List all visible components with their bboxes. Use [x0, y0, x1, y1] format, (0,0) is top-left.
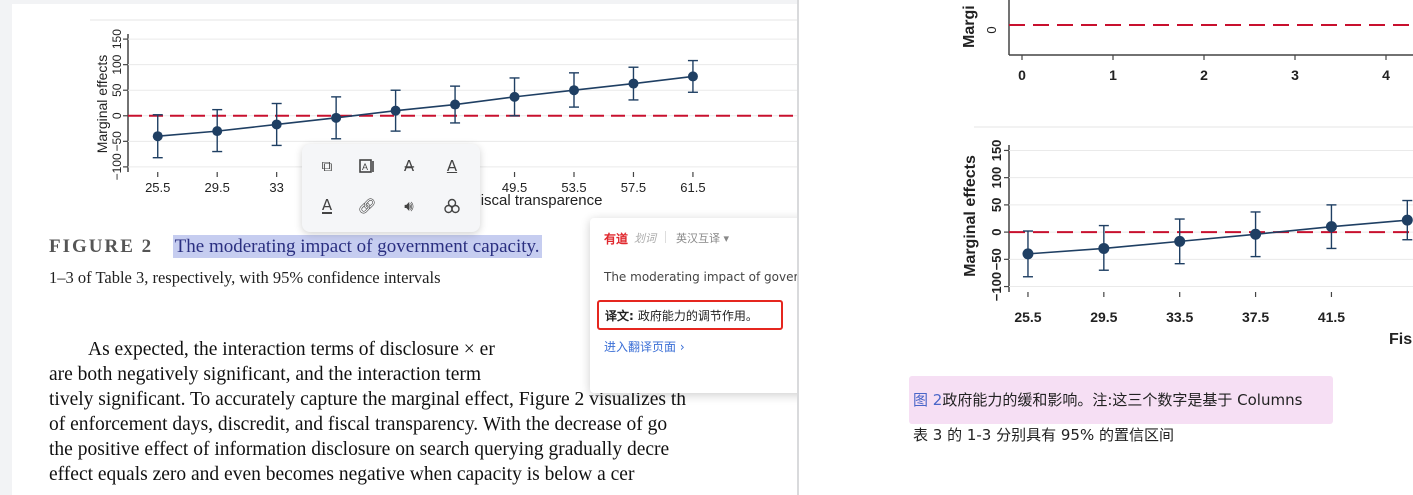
data-point	[687, 71, 698, 82]
translated-view-right: Margi 0 0 1 2 3 4 Marginal effects Fis −100 −…	[799, 0, 1413, 495]
right-data-point	[1325, 221, 1337, 233]
svg-text:A: A	[362, 162, 368, 172]
highlight-icon[interactable]: A	[313, 192, 341, 220]
right-data-point	[1401, 214, 1413, 226]
strikethrough-icon[interactable]: A̶	[395, 152, 423, 180]
x-tick-label: 53.5	[561, 180, 586, 195]
paragraph-line-1: As expected, the interaction terms of di…	[88, 339, 495, 360]
y-tick-label: 150	[110, 29, 124, 49]
paragraph-line-4: of enforcement days, discredit, and fisc…	[49, 414, 668, 435]
y-tick-label: 50	[110, 83, 124, 97]
speaker-icon[interactable]: 🔊︎	[395, 192, 423, 220]
top-chart-x-tick-label: 1	[1109, 67, 1117, 83]
right-y-axis-label: Marginal effects	[962, 155, 979, 277]
right-x-tick-label: 33.5	[1166, 309, 1193, 325]
right-x-tick-label: 37.5	[1242, 309, 1269, 325]
right-x-tick-label: 29.5	[1090, 309, 1117, 325]
data-point	[390, 105, 401, 116]
right-data-point	[1098, 242, 1110, 254]
y-tick-label: −100	[110, 153, 124, 180]
paragraph-line-5: the positive effect of information discl…	[49, 439, 670, 460]
data-point	[450, 99, 461, 110]
selection-toolbar: ⧉ A A̶ A A 🔗︎ 🔊︎	[302, 144, 480, 232]
chinese-caption-line-1: 图 2政府能力的缓和影响。注:这三个数字是基于 Columns	[913, 389, 1302, 410]
data-point	[509, 91, 520, 102]
translation-mode-dropdown[interactable]: 英汉互译 ▾	[676, 230, 729, 246]
pdf-page: Marginal effects Fiscal transparence −10…	[12, 4, 797, 495]
top-chart-ytick: 0	[984, 26, 999, 33]
right-y-tick-label: 0	[989, 228, 1004, 235]
data-point	[152, 131, 163, 142]
data-point	[628, 78, 639, 89]
paragraph-line-6: effect equals zero and even becomes nega…	[49, 464, 635, 485]
data-point	[331, 112, 342, 123]
x-tick-label: 57.5	[621, 180, 646, 195]
y-axis-label: Marginal effects	[94, 55, 110, 154]
pdf-viewer-left: Marginal effects Fiscal transparence −10…	[0, 0, 797, 495]
y-tick-label: 0	[110, 112, 124, 119]
translation-label: 译文:	[605, 308, 634, 323]
right-marginal-effect-line	[1027, 219, 1408, 255]
right-marginal-effects-chart: Marginal effects Fis −100 −50 0 50 100 150 25.…	[962, 126, 1413, 348]
selected-caption-title[interactable]: The moderating impact of government capa…	[172, 235, 542, 258]
popup-translation-box: 译文: 政府能力的调节作用。	[597, 300, 783, 330]
marginal-effect-line	[157, 75, 694, 138]
right-x-axis-label-partial: Fis	[1389, 331, 1412, 348]
link-icon[interactable]: 🔗︎	[353, 192, 381, 220]
figure-label: FIGURE 2	[49, 236, 154, 257]
x-tick-label: 29.5	[205, 180, 230, 195]
top-chart-x-tick-label: 4	[1382, 67, 1390, 83]
right-data-point	[1250, 228, 1262, 240]
x-tick-label: 25.5	[145, 180, 170, 195]
right-x-tick-label: 25.5	[1014, 309, 1041, 325]
chinese-caption-line-2: 表 3 的 1-3 分别具有 95% 的置信区间	[913, 426, 1174, 444]
right-y-tick-label: −50	[989, 248, 1004, 270]
ai-icon[interactable]	[438, 192, 466, 220]
chinese-caption-text: 政府能力的缓和影响。注:这三个数字是基于 Columns	[942, 391, 1303, 409]
right-y-tick-label: 100	[989, 167, 1004, 189]
underline-icon[interactable]: A	[438, 152, 466, 180]
right-y-tick-label: 50	[989, 198, 1004, 212]
translate-box-icon[interactable]: A	[353, 152, 381, 180]
right-data-point	[1022, 248, 1034, 260]
y-tick-label: 100	[110, 54, 124, 74]
figure-caption: FIGURE 2 The moderating impact of govern…	[49, 235, 542, 258]
y-tick-label: −50	[110, 131, 124, 152]
caption-subline: 1–3 of Table 3, respectively, with 95% c…	[49, 268, 441, 287]
data-point	[212, 126, 223, 137]
copy-icon[interactable]: ⧉	[313, 152, 341, 180]
youdao-translation-popup: 有道 划词 英汉互译 ▾ The moderating impact of go…	[590, 218, 797, 393]
youdao-brand: 有道	[604, 232, 629, 246]
top-chart-x-tick-label: 2	[1200, 67, 1208, 83]
translation-text: 政府能力的调节作用。	[637, 308, 758, 323]
x-tick-label: 49.5	[502, 180, 527, 195]
top-chart-ylabel: Margi	[961, 5, 978, 48]
youdao-brand-sub: 划词	[634, 232, 656, 245]
open-translation-page-link[interactable]: 进入翻译页面 ›	[604, 338, 685, 355]
right-x-tick-label: 41.5	[1318, 309, 1345, 325]
popup-separator	[665, 231, 666, 243]
chinese-figure-label: 图 2	[913, 391, 943, 409]
top-chart-fragment: Margi 0 0 1 2 3 4	[961, 0, 1413, 83]
x-tick-label: 61.5	[680, 180, 705, 195]
top-chart-x-tick-label: 0	[1018, 67, 1026, 83]
paragraph-line-2: are both negatively significant, and the…	[49, 364, 482, 385]
x-tick-label: 33	[269, 180, 283, 195]
data-point	[271, 119, 282, 130]
top-chart-x-tick-label: 3	[1291, 67, 1299, 83]
right-data-point	[1174, 235, 1186, 247]
right-y-tick-label: 150	[989, 140, 1004, 162]
popup-original-text: The moderating impact of govern	[604, 270, 797, 284]
data-point	[569, 85, 579, 96]
right-y-tick-label: −100	[989, 272, 1004, 301]
